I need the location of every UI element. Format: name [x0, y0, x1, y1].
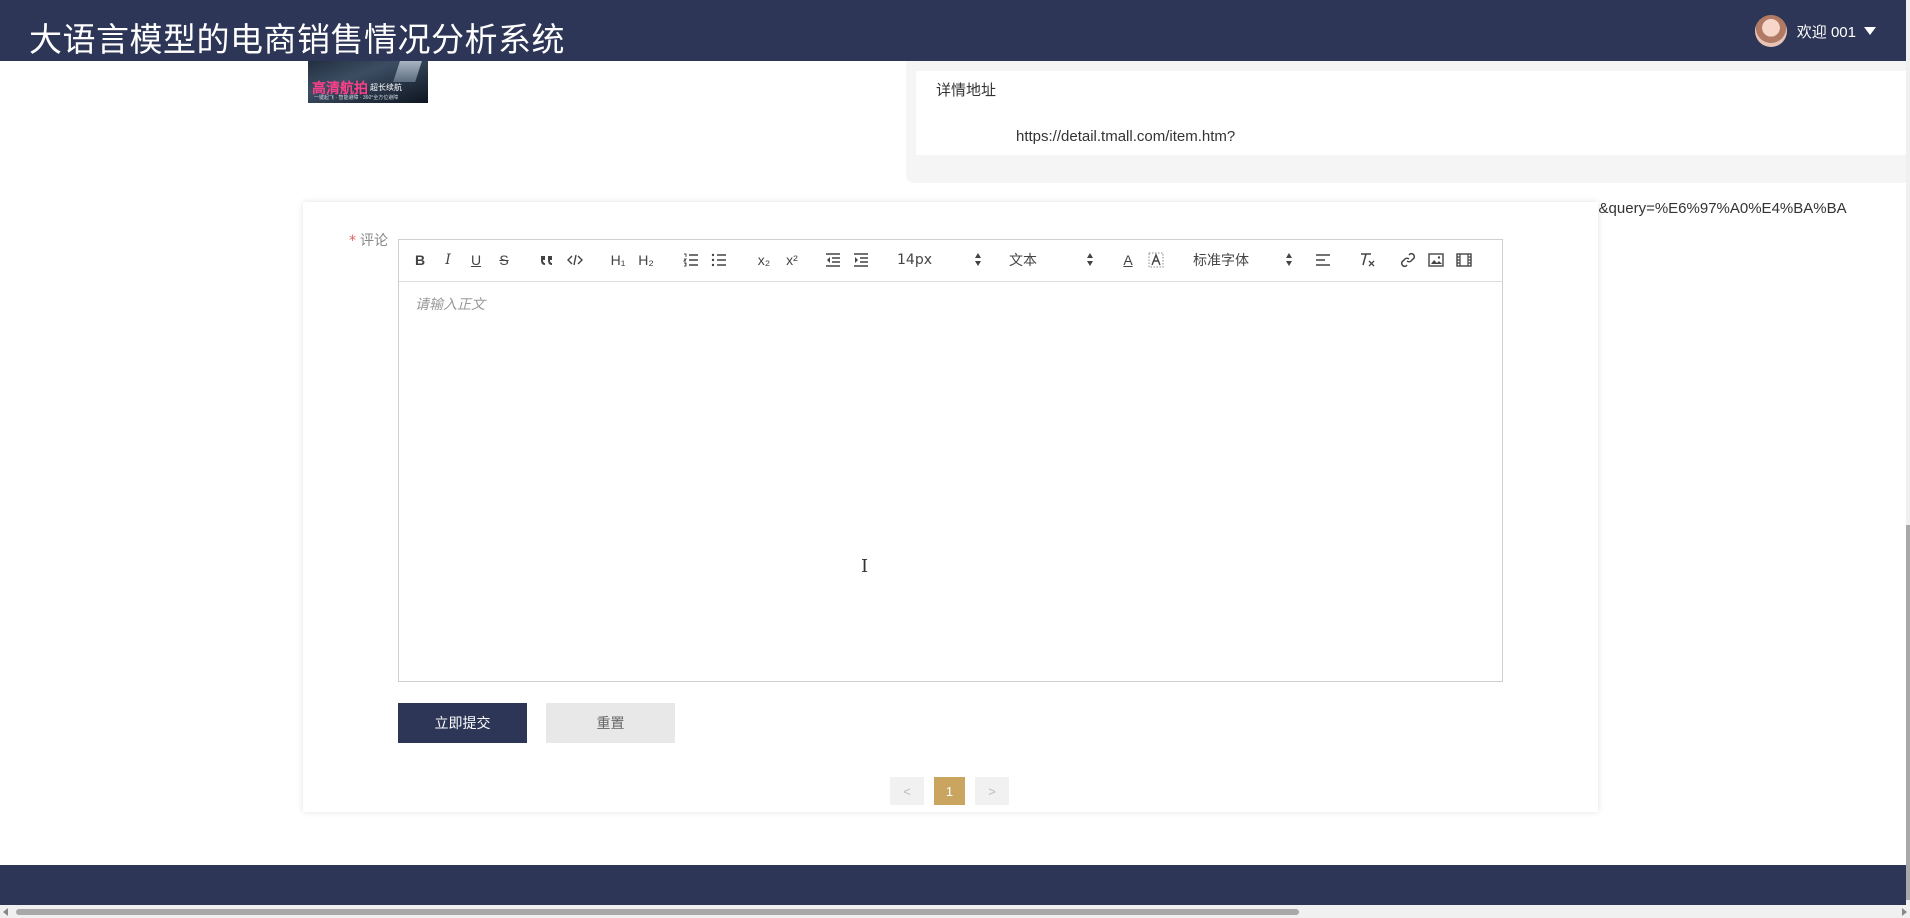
subscript-button[interactable]: x₂: [754, 249, 774, 271]
editor-toolbar: B I U S H₁ H₂ x₂ x² 14px 文本 A 标准字体: [399, 240, 1502, 282]
font-family-value: 标准字体: [1193, 253, 1249, 269]
detail-url-line: https://detail.tmall.com/item.htm?: [1016, 128, 1236, 145]
font-size-select[interactable]: 14px: [897, 249, 982, 271]
bold-button[interactable]: B: [411, 249, 429, 271]
text-cursor-icon: I: [861, 556, 869, 577]
italic-button[interactable]: I: [439, 249, 457, 271]
welcome-text[interactable]: 欢迎 001: [1797, 21, 1856, 42]
caret-down-icon[interactable]: [1864, 27, 1876, 35]
top-navbar: 大语言模型的电商销售情况分析系统 欢迎 001: [0, 0, 1906, 61]
strike-button[interactable]: S: [495, 249, 513, 271]
header-style-select[interactable]: 文本: [1009, 249, 1094, 271]
align-icon[interactable]: [1314, 249, 1332, 271]
header-style-value: 文本: [1009, 253, 1037, 269]
outdent-icon[interactable]: [824, 249, 842, 271]
editor-content-area[interactable]: 请输入正文: [399, 282, 1502, 681]
user-menu[interactable]: 欢迎 001: [1754, 14, 1876, 48]
scroll-left-icon[interactable]: [3, 908, 8, 916]
footer-bar: [0, 865, 1906, 905]
avatar[interactable]: [1754, 15, 1787, 47]
header-1-button[interactable]: H₁: [608, 249, 628, 271]
underline-button[interactable]: U: [467, 249, 485, 271]
editor-placeholder: 请输入正文: [415, 297, 485, 313]
product-image-tiny-text: 一键起飞 · 智能避障 · 360°全方位避障: [314, 95, 399, 101]
select-arrows-icon: [975, 253, 982, 267]
select-arrows-icon: [1286, 253, 1293, 267]
pagination-prev[interactable]: <: [890, 777, 924, 805]
background-color-icon[interactable]: [1147, 249, 1165, 271]
pagination-next[interactable]: >: [975, 777, 1009, 805]
superscript-button[interactable]: x²: [782, 249, 802, 271]
comment-field-label: * 评论: [349, 230, 388, 250]
horizontal-scrollbar-thumb[interactable]: [16, 909, 1299, 915]
pagination: < 1 >: [890, 777, 1019, 807]
comment-form-card: * 评论 B I U S H₁ H₂ x₂ x² 14px 文本 A 标准字体 …: [303, 202, 1598, 812]
indent-icon[interactable]: [852, 249, 870, 271]
detail-url-label: 详情地址: [936, 81, 997, 99]
font-family-select[interactable]: 标准字体: [1193, 249, 1293, 271]
font-size-value: 14px: [897, 252, 932, 268]
app-title: 大语言模型的电商销售情况分析系统: [29, 20, 565, 59]
video-icon[interactable]: [1455, 249, 1473, 271]
ordered-list-icon[interactable]: [682, 249, 700, 271]
vertical-scrollbar[interactable]: [1906, 0, 1910, 905]
detail-url-row: 详情地址 https://detail.tmall.com/item.htm? …: [916, 71, 1910, 289]
required-mark: *: [349, 233, 356, 249]
font-color-button[interactable]: A: [1119, 249, 1137, 271]
blockquote-icon[interactable]: [538, 249, 556, 271]
vertical-scrollbar-thumb[interactable]: [1906, 525, 1910, 900]
submit-button[interactable]: 立即提交: [398, 703, 527, 743]
horizontal-scrollbar[interactable]: [0, 905, 1910, 918]
reset-button[interactable]: 重置: [546, 703, 675, 743]
clear-format-icon[interactable]: [1357, 249, 1377, 271]
code-block-icon[interactable]: [566, 249, 584, 271]
pagination-page-current[interactable]: 1: [934, 777, 965, 805]
link-icon[interactable]: [1399, 249, 1417, 271]
bullet-list-icon[interactable]: [710, 249, 728, 271]
page: 大语言模型的电商销售情况分析系统 欢迎 001 高清航拍 超长续航 一键起飞 ·…: [0, 0, 1910, 918]
select-arrows-icon: [1087, 253, 1094, 267]
product-image-promo-sub: 超长续航: [370, 83, 402, 92]
scroll-right-icon[interactable]: [1902, 908, 1907, 916]
comment-label-text: 评论: [360, 233, 388, 249]
header-2-button[interactable]: H₂: [636, 249, 656, 271]
product-detail-panel: 详情地址 https://detail.tmall.com/item.htm? …: [906, 61, 1910, 289]
image-icon[interactable]: [1427, 249, 1445, 271]
rich-text-editor: B I U S H₁ H₂ x₂ x² 14px 文本 A 标准字体 请输入正文: [398, 239, 1503, 682]
